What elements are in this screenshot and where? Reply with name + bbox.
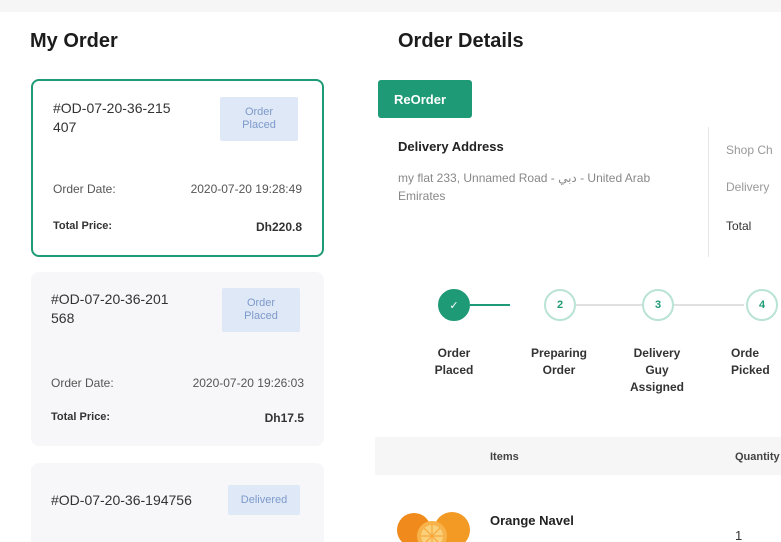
status-badge: Delivered (228, 485, 300, 515)
total-price-value: Dh220.8 (255, 220, 302, 234)
items-table-header (375, 437, 781, 475)
step-2-circle: 2 (544, 289, 576, 321)
step-connector (470, 304, 510, 306)
step-label-line: Placed (434, 363, 474, 377)
order-date-row: Order Date: 2020-07-20 19:26:03 (51, 376, 304, 390)
step-label-line: Order (437, 346, 471, 360)
order-id: #OD-07-20-36-194756 (51, 492, 192, 508)
delivery-charges-label: Delivery (726, 180, 770, 194)
step-label: Preparing Order (514, 345, 604, 379)
order-date-value: 2020-07-20 19:26:03 (192, 376, 304, 390)
divider (708, 127, 709, 257)
my-order-title: My Order (30, 30, 118, 52)
step-label-line: Orde (731, 346, 760, 360)
shop-charges-label: Shop Ch (726, 143, 773, 157)
top-bar (0, 0, 781, 12)
step-label: Orde Picked (731, 345, 781, 379)
delivery-address-label: Delivery Address (398, 139, 504, 154)
reorder-button[interactable]: ReOrder (378, 80, 472, 118)
step-connector (576, 304, 642, 306)
order-date-label: Order Date: (51, 376, 114, 390)
step-label-line: Order (542, 363, 576, 377)
total-label: Total (726, 219, 752, 233)
step-label-line: Assigned (629, 380, 684, 394)
step-label: Order Placed (409, 345, 499, 379)
order-date-label: Order Date: (53, 182, 116, 196)
product-name: Orange Navel (490, 513, 574, 528)
order-date-row: Order Date: 2020-07-20 19:28:49 (53, 182, 302, 196)
total-price-label: Total Price: (51, 411, 111, 423)
step-label-line: Guy (645, 363, 669, 377)
delivery-address-text: my flat 233, Unnamed Road - دبي - United… (398, 171, 651, 203)
order-card[interactable]: #OD-07-20-36-201568 Order Placed Order D… (31, 272, 324, 446)
step-1-check-icon: ✓ (438, 289, 470, 321)
status-badge: Order Placed (220, 97, 298, 141)
order-date-value: 2020-07-20 19:28:49 (190, 182, 302, 196)
order-id: #OD-07-20-36-201568 (51, 291, 169, 326)
product-quantity: 1 (735, 528, 743, 542)
step-connector (674, 304, 744, 306)
step-label-line: Picked (731, 363, 770, 377)
step-4-circle: 4 (746, 289, 778, 321)
total-price-row: Total Price: Dh220.8 (53, 220, 302, 234)
step-label: Delivery Guy Assigned (612, 345, 702, 396)
items-column-header: Items (490, 451, 519, 463)
total-price-row: Total Price: Dh17.5 (51, 411, 304, 425)
step-label-line: Preparing (530, 346, 587, 360)
order-id: #OD-07-20-36-215407 (53, 100, 171, 135)
order-card[interactable]: #OD-07-20-36-215407 Order Placed Order D… (31, 79, 324, 257)
quantity-column-header: Quantity (735, 451, 780, 463)
orange-image (394, 506, 474, 542)
total-price-label: Total Price: (53, 220, 113, 232)
order-details-title: Order Details (398, 30, 524, 52)
step-3-circle: 3 (642, 289, 674, 321)
status-badge: Order Placed (222, 288, 300, 332)
order-card[interactable]: #OD-07-20-36-194756 Delivered (31, 463, 324, 542)
total-price-value: Dh17.5 (264, 411, 304, 425)
step-label-line: Delivery (633, 346, 681, 360)
